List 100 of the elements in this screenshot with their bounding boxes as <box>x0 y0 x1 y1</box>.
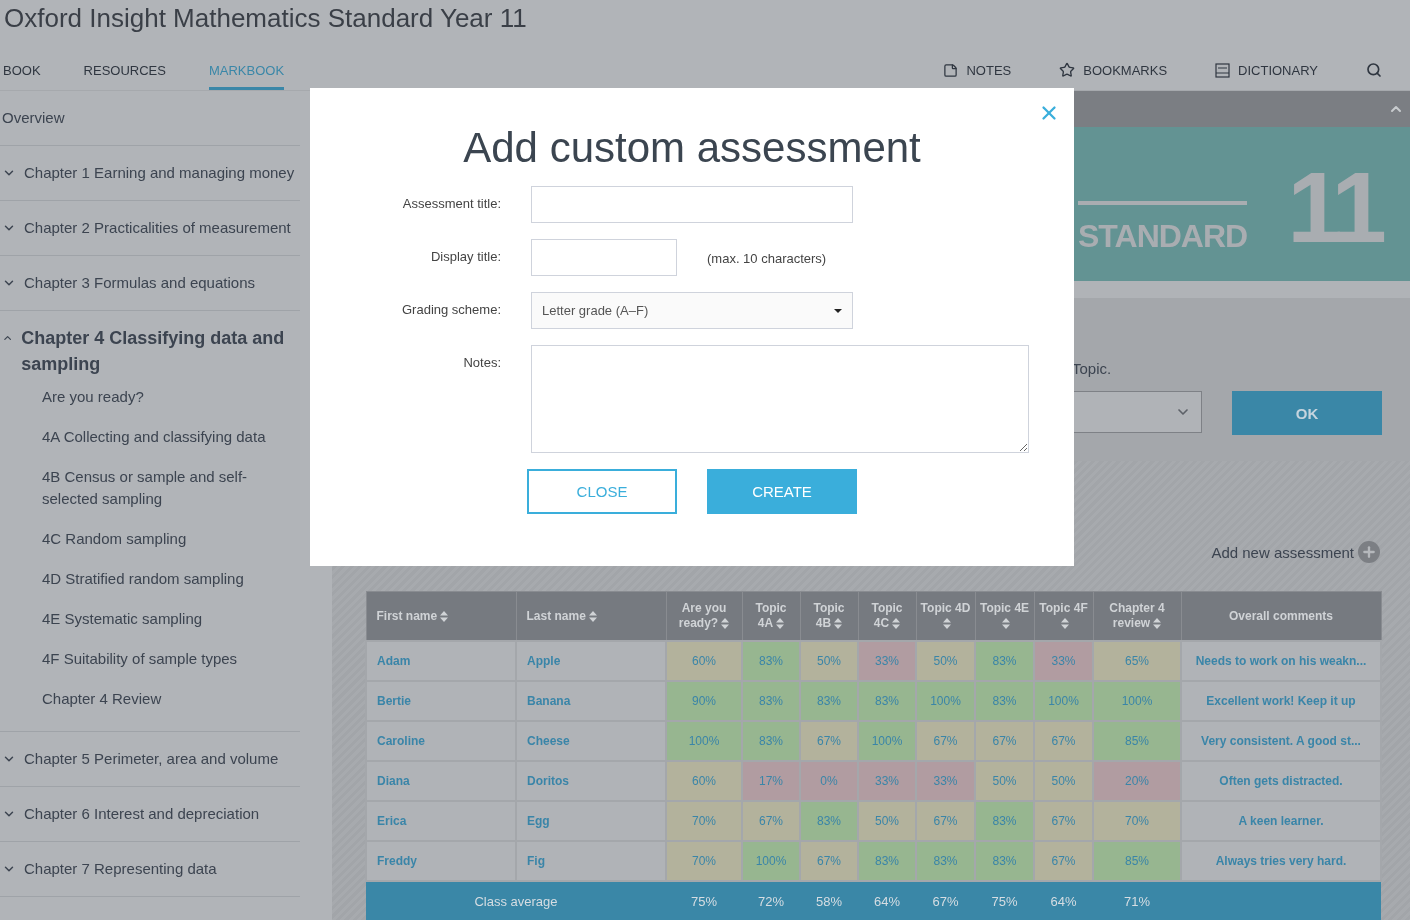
score-cell: 100% <box>858 721 916 761</box>
input-field[interactable] <box>531 239 677 276</box>
topic-link[interactable]: 4F Suitability of sample types <box>0 639 300 679</box>
score-cell: 17% <box>742 761 800 801</box>
topic-link[interactable]: 4D Stratified random sampling <box>0 559 300 599</box>
nav-tab[interactable]: MARKBOOK <box>208 50 285 90</box>
topic-link[interactable]: Are you ready? <box>0 377 300 417</box>
toolbar-link[interactable]: BOOKMARKS <box>1083 62 1168 78</box>
score-cell: 83% <box>800 801 858 841</box>
score-cell: 33% <box>1034 641 1093 681</box>
topic-link[interactable]: 4C Random sampling <box>0 519 300 559</box>
column-header[interactable]: Topic 4E <box>975 591 1034 641</box>
score-cell: 83% <box>975 681 1034 721</box>
last-name-cell[interactable]: Banana <box>516 681 666 721</box>
comment-cell[interactable]: Very consistent. A good st... <box>1181 721 1381 761</box>
ok-button[interactable]: OK <box>1232 391 1382 435</box>
comment-cell[interactable]: Always tries very hard. <box>1181 841 1381 881</box>
score-cell: 50% <box>1034 761 1093 801</box>
sort-icon[interactable] <box>776 618 785 630</box>
score-cell: 0% <box>800 761 858 801</box>
first-name-cell[interactable]: Caroline <box>366 721 516 761</box>
plus-icon[interactable] <box>1358 541 1380 563</box>
score-cell: 50% <box>800 641 858 681</box>
field-label: Grading scheme: <box>401 301 501 317</box>
sort-icon[interactable] <box>943 618 951 630</box>
comment-cell[interactable]: A keen learner. <box>1181 801 1381 841</box>
first-name-cell[interactable]: Freddy <box>366 841 516 881</box>
input-field[interactable] <box>531 186 853 223</box>
notes-field[interactable] <box>531 345 1029 453</box>
score-cell: 67% <box>800 721 858 761</box>
comment-cell[interactable]: Needs to work on his weakn... <box>1181 641 1381 681</box>
chapter-link[interactable]: Chapter 3 Formulas and equations <box>24 273 255 293</box>
sort-icon[interactable] <box>721 618 730 630</box>
last-name-cell[interactable]: Cheese <box>516 721 666 761</box>
average-cell: 64% <box>1034 881 1093 920</box>
last-name-cell[interactable]: Fig <box>516 841 666 881</box>
sort-icon[interactable] <box>1153 618 1162 630</box>
score-cell: 67% <box>916 801 975 841</box>
toolbar-link[interactable]: DICTIONARY <box>1238 62 1318 78</box>
search-icon[interactable] <box>1366 62 1382 78</box>
sidebar-item[interactable]: Overview <box>2 108 65 128</box>
sort-icon[interactable] <box>588 610 597 622</box>
first-name-cell[interactable]: Adam <box>366 641 516 681</box>
sort-icon[interactable] <box>1061 618 1069 630</box>
chapter-link[interactable]: Chapter 2 Practicalities of measurement <box>24 218 291 238</box>
field-hint: (max. 10 characters) <box>707 250 827 266</box>
chapter-link[interactable]: Chapter 5 Perimeter, area and volume <box>24 749 279 769</box>
last-name-cell[interactable]: Egg <box>516 801 666 841</box>
score-cell: 50% <box>858 801 916 841</box>
score-cell: 100% <box>666 721 742 761</box>
select-field[interactable]: Letter grade (A–F) <box>531 292 853 329</box>
class-average-label: Class average <box>366 881 666 920</box>
last-name-cell[interactable]: Doritos <box>516 761 666 801</box>
column-header[interactable]: Last name <box>516 591 666 641</box>
field-label: Notes: <box>462 354 501 370</box>
column-header[interactable]: Are you ready? <box>666 591 742 641</box>
column-header[interactable]: Topic 4C <box>858 591 916 641</box>
sort-icon[interactable] <box>440 610 449 622</box>
field-label: Display title: <box>429 248 501 264</box>
chapter-link[interactable]: Chapter 1 Earning and managing money <box>24 163 295 183</box>
last-name-cell[interactable]: Apple <box>516 641 666 681</box>
topic-link[interactable]: 4B Census or sample and self-selected sampling <box>0 457 300 519</box>
comment-cell[interactable]: Often gets distracted. <box>1181 761 1381 801</box>
first-name-cell[interactable]: Diana <box>366 761 516 801</box>
nav-tab[interactable]: RESOURCES <box>83 50 166 90</box>
column-header[interactable]: Topic 4A <box>742 591 800 641</box>
comment-cell[interactable]: Excellent work! Keep it up <box>1181 681 1381 721</box>
chapter-link[interactable]: Chapter 6 Interest and depreciation <box>24 804 260 824</box>
score-cell: 60% <box>666 641 742 681</box>
toolbar-link[interactable]: NOTES <box>966 62 1012 78</box>
field-label: Assessment title: <box>401 195 501 211</box>
sort-icon[interactable] <box>1002 618 1010 630</box>
score-cell: 67% <box>800 841 858 881</box>
score-cell: 50% <box>975 761 1034 801</box>
chapter-link[interactable]: Chapter 7 Representing data <box>24 859 217 879</box>
column-header[interactable]: Topic 4F <box>1034 591 1093 641</box>
column-header[interactable]: First name <box>366 591 516 641</box>
sort-icon[interactable] <box>834 618 843 630</box>
column-header[interactable]: Topic 4D <box>916 591 975 641</box>
column-header[interactable]: Chapter 4 review <box>1093 591 1181 641</box>
topic-link[interactable]: 4A Collecting and classifying data <box>0 417 300 457</box>
score-cell: 85% <box>1093 721 1181 761</box>
sort-icon[interactable] <box>892 618 901 630</box>
average-cell: 75% <box>666 881 742 920</box>
first-name-cell[interactable]: Bertie <box>366 681 516 721</box>
score-cell: 83% <box>975 841 1034 881</box>
topic-link[interactable]: 4E Systematic sampling <box>0 599 300 639</box>
close-button[interactable]: CLOSE <box>527 469 677 514</box>
nav-tab[interactable]: BOOK <box>3 50 41 90</box>
column-header[interactable]: Topic 4B <box>800 591 858 641</box>
topic-link[interactable]: Chapter 4 Review <box>0 679 300 719</box>
book-title: Oxford Insight Mathematics Standard Year 11 <box>3 2 528 35</box>
score-cell: 70% <box>1093 801 1181 841</box>
score-cell: 65% <box>1093 641 1181 681</box>
add-assessment-link[interactable]: Add new assessment <box>1211 543 1354 561</box>
score-cell: 100% <box>1093 681 1181 721</box>
score-cell: 67% <box>916 721 975 761</box>
first-name-cell[interactable]: Erica <box>366 801 516 841</box>
chapter-link[interactable]: Chapter 4 Classifying data and sampling <box>21 325 300 377</box>
create-button[interactable]: CREATE <box>707 469 857 514</box>
